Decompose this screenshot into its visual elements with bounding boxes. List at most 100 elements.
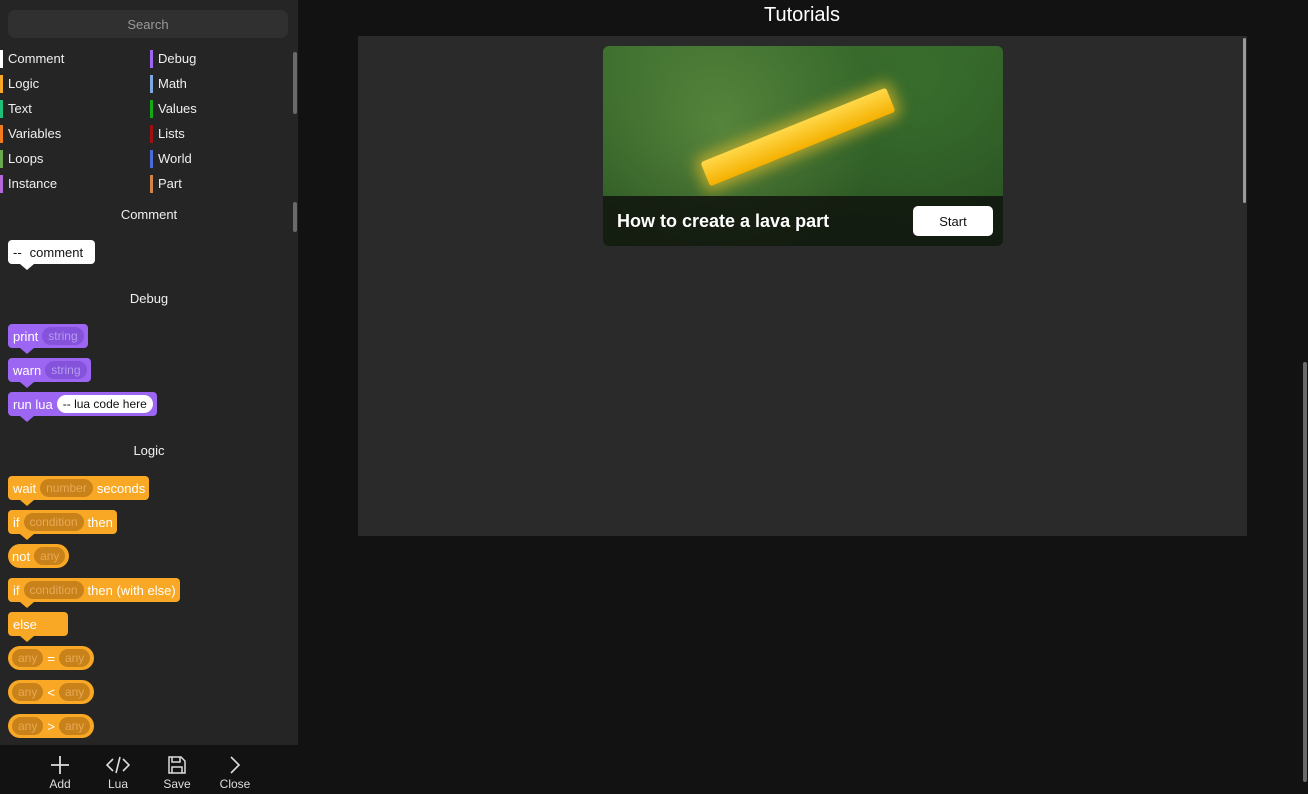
category-color-bar — [0, 125, 3, 143]
add-button[interactable]: Add — [35, 755, 85, 791]
block-notch — [20, 416, 34, 422]
block-notch — [20, 602, 34, 608]
block-arg-slot[interactable]: condition — [23, 581, 84, 599]
code-icon — [106, 756, 130, 774]
category-label: Part — [158, 176, 182, 191]
block-arg-slot[interactable]: string — [45, 361, 87, 379]
category-color-bar — [150, 175, 153, 193]
category-color-bar — [0, 75, 3, 93]
category-loops[interactable]: Loops — [0, 149, 140, 169]
block-arg-slot[interactable]: any — [12, 649, 44, 667]
floppy-disk-icon — [168, 756, 186, 774]
category-world[interactable]: World — [150, 149, 290, 169]
category-label: Math — [158, 76, 187, 91]
block-not[interactable]: not any — [8, 544, 70, 568]
block-notch — [20, 636, 34, 642]
block-equals[interactable]: any = any — [8, 646, 95, 670]
block-comment[interactable]: -- comment — [8, 240, 95, 270]
block-else[interactable]: else — [8, 612, 68, 642]
block-arg-slot[interactable]: any — [34, 547, 66, 565]
category-color-bar — [150, 75, 153, 93]
block-wait[interactable]: wait number seconds — [8, 476, 150, 506]
category-values[interactable]: Values — [150, 99, 290, 119]
lava-part-image — [700, 87, 896, 187]
category-comment[interactable]: Comment — [0, 49, 140, 69]
page-title: Tutorials — [764, 4, 840, 26]
block-less-than[interactable]: any < any — [8, 680, 95, 704]
block-run-lua[interactable]: run lua -- lua code here — [8, 392, 157, 422]
category-color-bar — [150, 50, 153, 68]
category-color-bar — [150, 125, 153, 143]
lua-code-input[interactable]: -- lua code here — [56, 395, 153, 413]
block-arg-slot[interactable]: any — [58, 683, 91, 701]
block-arg-slot[interactable]: string — [42, 327, 84, 345]
category-lists[interactable]: Lists — [150, 124, 290, 144]
category-scrollbar[interactable] — [293, 52, 297, 114]
category-label: Values — [158, 101, 197, 116]
category-part[interactable]: Part — [150, 174, 290, 194]
block-suffix: then (with else) — [87, 582, 176, 598]
window-scrollbar[interactable] — [1303, 362, 1307, 782]
category-label: Comment — [8, 51, 65, 66]
tutorial-card[interactable]: How to create a lava part Start — [603, 46, 1003, 246]
block-arg-slot[interactable]: any — [12, 717, 44, 735]
category-color-bar — [150, 150, 153, 168]
category-text[interactable]: Text — [0, 99, 140, 119]
block-arg-slot[interactable]: any — [58, 717, 91, 735]
block-operator: > — [47, 718, 55, 734]
block-label: print — [13, 328, 39, 344]
block-operator: < — [47, 684, 55, 700]
category-debug[interactable]: Debug — [150, 49, 290, 69]
save-button[interactable]: Save — [152, 755, 202, 791]
block-print[interactable]: print string — [8, 324, 88, 354]
category-label: Text — [8, 101, 32, 116]
category-label: Instance — [8, 176, 58, 191]
block-if-else[interactable]: if condition then (with else) — [8, 578, 180, 608]
category-instance[interactable]: Instance — [0, 174, 140, 194]
category-label: World — [158, 151, 192, 166]
comment-prefix: -- — [13, 244, 22, 260]
section-title-logic: Logic — [133, 443, 165, 458]
category-color-bar — [0, 175, 3, 193]
category-logic[interactable]: Logic — [0, 74, 140, 94]
category-color-bar — [0, 100, 3, 118]
lua-button[interactable]: Lua — [93, 755, 143, 791]
block-notch — [20, 348, 34, 354]
block-arg-slot[interactable]: condition — [23, 513, 84, 531]
category-variables[interactable]: Variables — [0, 124, 140, 144]
block-arg-slot[interactable]: any — [12, 683, 44, 701]
search-input[interactable] — [8, 10, 288, 38]
category-color-bar — [0, 150, 3, 168]
plus-icon — [51, 756, 69, 774]
close-label: Close — [219, 777, 251, 791]
block-label: if — [13, 582, 20, 598]
tutorial-title: How to create a lava part — [617, 211, 830, 231]
block-arg-slot[interactable]: any — [58, 649, 91, 667]
block-label: if — [13, 514, 20, 530]
block-operator: = — [47, 650, 55, 666]
block-notch — [20, 500, 34, 506]
block-label: run lua — [13, 396, 53, 412]
block-label: comment — [29, 244, 84, 260]
block-greater-than[interactable]: any > any — [8, 714, 95, 738]
category-list: Comment Debug Logic Math Text Values Var… — [0, 47, 290, 197]
block-label: wait — [13, 480, 37, 496]
block-suffix: seconds — [96, 480, 146, 496]
close-button[interactable]: Close — [210, 755, 260, 791]
category-label: Logic — [8, 76, 40, 91]
block-arg-slot[interactable]: number — [40, 479, 93, 497]
category-math[interactable]: Math — [150, 74, 290, 94]
block-if-then[interactable]: if condition then — [8, 510, 117, 540]
block-warn[interactable]: warn string — [8, 358, 91, 388]
tutorials-scrollbar[interactable] — [1243, 38, 1246, 203]
block-label: else — [13, 616, 37, 632]
tutorial-card-footer: How to create a lava part Start — [603, 196, 1003, 246]
block-suffix: then — [87, 514, 113, 530]
start-button[interactable]: Start — [913, 206, 993, 236]
category-label: Loops — [8, 151, 44, 166]
bottom-toolbar: Add Lua Save Close — [0, 745, 298, 794]
section-title-debug: Debug — [129, 291, 169, 306]
section-title-comment: Comment — [120, 207, 178, 222]
chevron-right-icon — [230, 756, 241, 774]
lua-label: Lua — [107, 777, 129, 791]
